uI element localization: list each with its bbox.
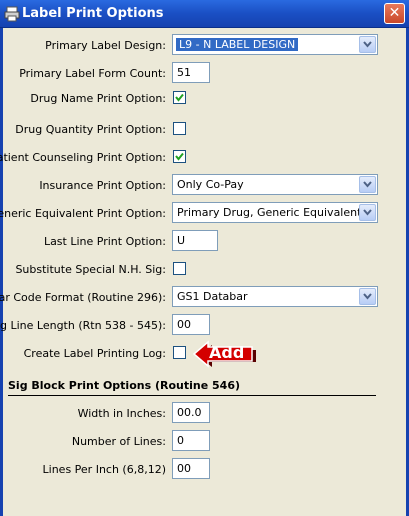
width-in-inches-label: Width in Inches: bbox=[77, 407, 166, 420]
patient-counseling-print-option-checkbox[interactable] bbox=[173, 150, 186, 163]
chevron-down-icon[interactable] bbox=[359, 204, 376, 221]
lines-per-inch-input[interactable]: 00 bbox=[172, 458, 210, 479]
close-icon: ✕ bbox=[388, 5, 401, 21]
number-of-lines-input[interactable]: 0 bbox=[172, 430, 210, 451]
drug-name-print-option-checkbox[interactable] bbox=[173, 91, 186, 104]
substitute-special-nh-sig-label: Substitute Special N.H. Sig: bbox=[15, 263, 166, 276]
primary-label-design-label: Primary Label Design: bbox=[45, 39, 166, 52]
sig-block-section-title: Sig Block Print Options (Routine 546) bbox=[8, 379, 240, 392]
checkmark-icon bbox=[175, 93, 184, 102]
generic-equivalent-print-option-label: Generic Equivalent Print Option: bbox=[0, 207, 166, 220]
last-line-print-option-input[interactable]: U bbox=[172, 230, 218, 251]
window-title: Label Print Options bbox=[22, 6, 164, 21]
bar-code-format-value: GS1 Databar bbox=[177, 290, 248, 303]
bar-code-format-label: Bar Code Format (Routine 296): bbox=[0, 291, 166, 304]
insurance-print-option-label: Insurance Print Option: bbox=[39, 179, 166, 192]
title-bar: Label Print Options ✕ bbox=[0, 0, 409, 28]
number-of-lines-label: Number of Lines: bbox=[71, 435, 166, 448]
primary-label-design-value: L9 - N LABEL DESIGN bbox=[176, 38, 299, 51]
substitute-special-nh-sig-checkbox[interactable] bbox=[173, 262, 186, 275]
patient-counseling-print-option-label: Patient Counseling Print Option: bbox=[0, 151, 166, 164]
chevron-down-icon[interactable] bbox=[359, 36, 376, 53]
close-button[interactable]: ✕ bbox=[384, 3, 405, 24]
generic-equivalent-print-option-select[interactable]: Primary Drug, Generic Equivalent bbox=[172, 202, 378, 223]
create-label-printing-log-label: Create Label Printing Log: bbox=[23, 347, 166, 360]
sig-line-length-label: Sig Line Length (Rtn 538 - 545): bbox=[0, 319, 166, 332]
drug-name-print-option-label: Drug Name Print Option: bbox=[30, 92, 166, 105]
primary-label-form-count-label: Primary Label Form Count: bbox=[19, 67, 166, 80]
chevron-down-icon[interactable] bbox=[359, 288, 376, 305]
width-in-inches-input[interactable]: 00.0 bbox=[172, 402, 210, 423]
generic-equivalent-print-option-value: Primary Drug, Generic Equivalent bbox=[177, 206, 362, 219]
checkmark-icon bbox=[175, 152, 184, 161]
bar-code-format-select[interactable]: GS1 Databar bbox=[172, 286, 378, 307]
section-divider bbox=[8, 395, 376, 396]
chevron-down-icon[interactable] bbox=[359, 176, 376, 193]
insurance-print-option-value: Only Co-Pay bbox=[177, 178, 244, 191]
drug-quantity-print-option-checkbox[interactable] bbox=[173, 122, 186, 135]
add-callout-label: Add bbox=[209, 343, 245, 362]
sig-line-length-input[interactable]: 00 bbox=[172, 314, 210, 335]
lines-per-inch-label: Lines Per Inch (6,8,12) bbox=[42, 463, 166, 476]
create-label-printing-log-checkbox[interactable] bbox=[173, 346, 186, 359]
primary-label-form-count-input[interactable]: 51 bbox=[172, 62, 210, 83]
insurance-print-option-select[interactable]: Only Co-Pay bbox=[172, 174, 378, 195]
primary-label-design-select[interactable]: L9 - N LABEL DESIGN bbox=[172, 34, 378, 55]
drug-quantity-print-option-label: Drug Quantity Print Option: bbox=[15, 123, 166, 136]
printer-icon bbox=[4, 6, 20, 22]
last-line-print-option-label: Last Line Print Option: bbox=[43, 235, 166, 248]
